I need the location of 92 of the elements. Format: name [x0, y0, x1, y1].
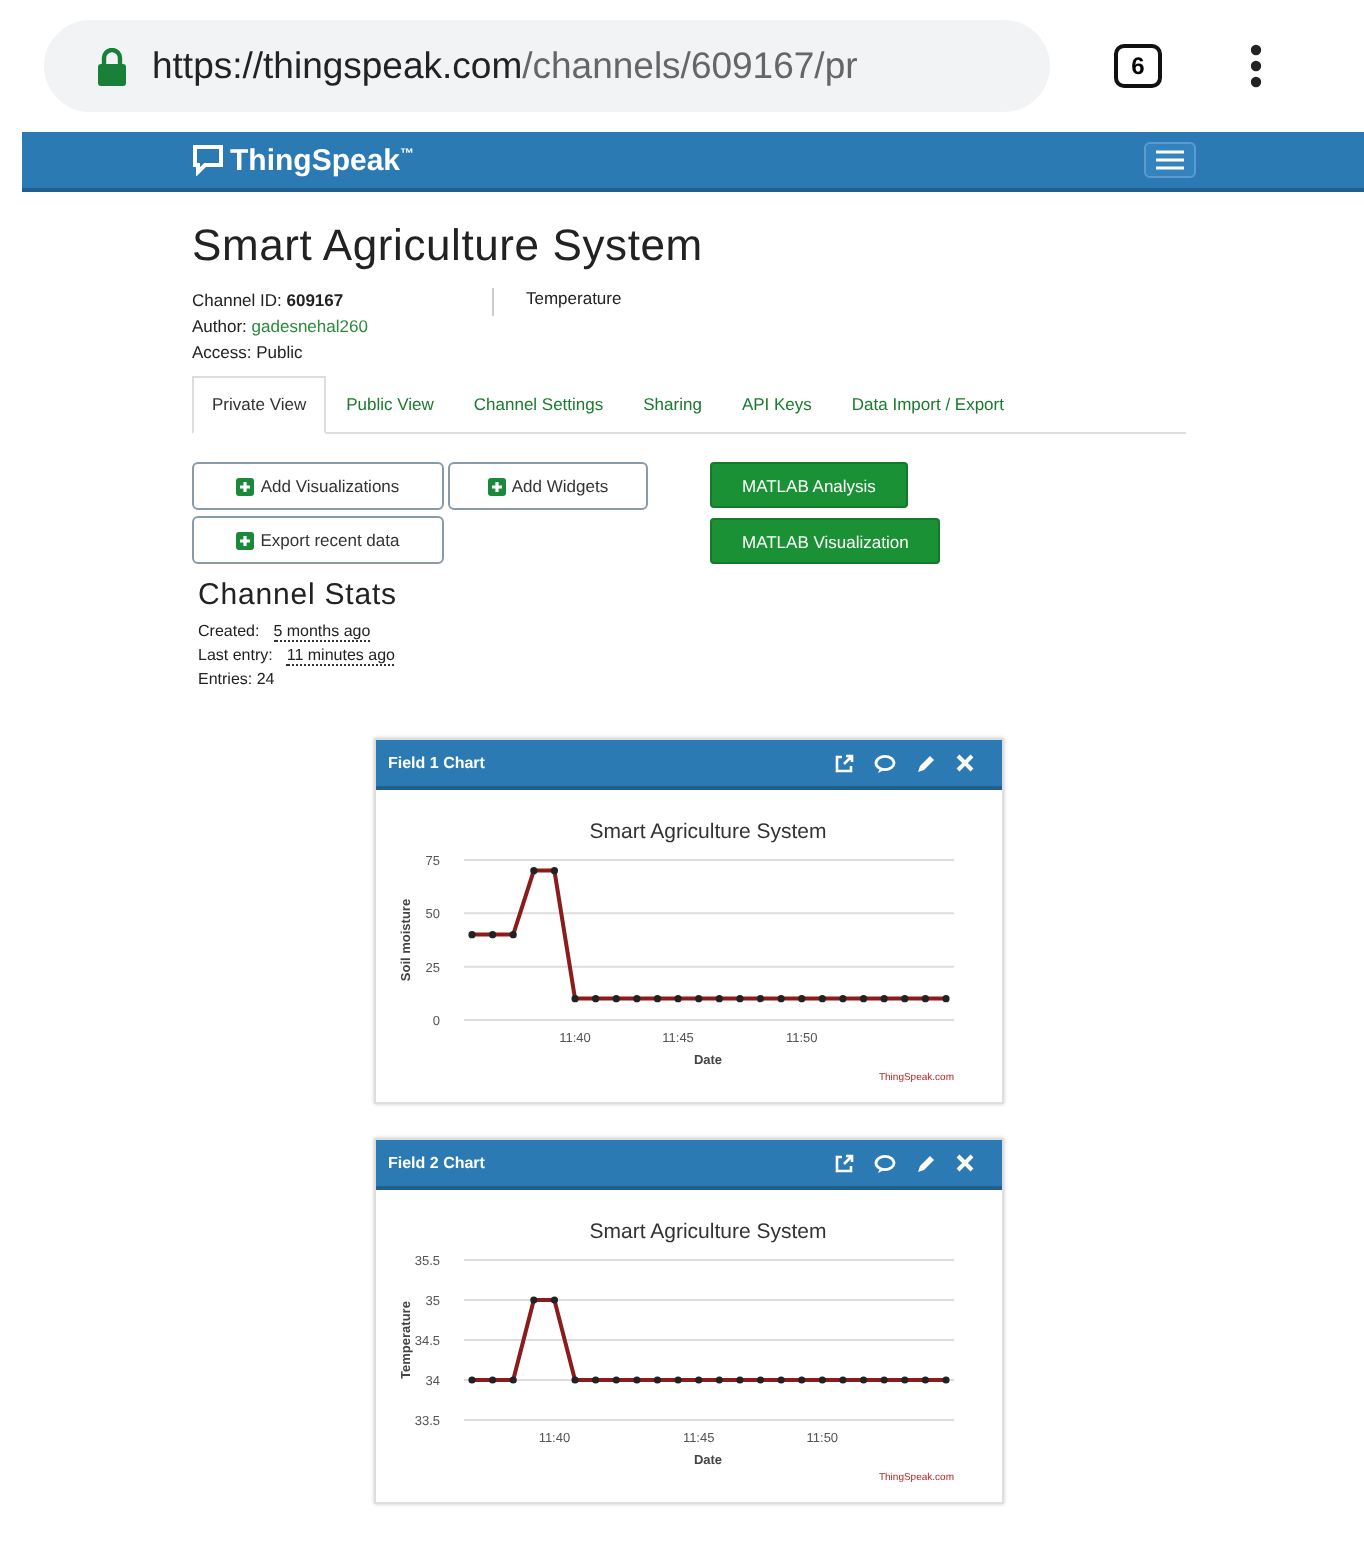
data-point — [736, 995, 744, 1003]
data-point — [674, 995, 682, 1003]
data-point — [901, 1376, 909, 1384]
tab-count-button[interactable]: 6 — [1114, 44, 1162, 88]
data-point — [571, 995, 579, 1003]
data-point — [818, 1376, 826, 1384]
brand-logo-text[interactable]: ThingSpeak$^{™}$ — [230, 143, 415, 177]
stat-text: Created: 5 months ago — [198, 620, 373, 644]
close-icon[interactable] — [956, 754, 974, 772]
data-point — [612, 995, 620, 1003]
data-point — [489, 1376, 497, 1384]
tab[interactable]: Sharing — [623, 376, 722, 434]
data-point — [798, 1376, 806, 1384]
data-point — [921, 1376, 929, 1384]
data-point — [756, 995, 765, 1003]
data-point — [715, 995, 723, 1003]
external-link-icon[interactable] — [834, 753, 854, 773]
action-button[interactable]: Add Visualizations — [192, 462, 444, 510]
data-point — [592, 995, 600, 1003]
tab[interactable]: Channel Settings — [453, 376, 624, 434]
chart-card-title: Field 2 Chart — [388, 1154, 485, 1172]
chart-title: Smart Agriculture System — [589, 820, 827, 844]
channel-title: Smart Agriculture System — [192, 220, 705, 272]
data-point — [859, 1376, 868, 1384]
data-point — [468, 931, 476, 939]
data-point — [592, 1376, 600, 1384]
stat-text: Entries: 24 — [198, 668, 277, 692]
data-point — [571, 1376, 579, 1384]
data-point — [653, 1376, 662, 1384]
data-point — [736, 1376, 744, 1384]
pencil-icon[interactable] — [916, 1153, 936, 1173]
address-bar[interactable]: https://thingspeak.com/channels/609167/pr — [44, 20, 1050, 112]
menu-button[interactable] — [1144, 142, 1196, 178]
data-point — [653, 995, 662, 1003]
data-point — [509, 931, 517, 939]
data-point — [839, 1376, 847, 1384]
data-point — [798, 995, 806, 1003]
data-point — [468, 1376, 476, 1384]
plus-icon — [487, 477, 506, 495]
data-point — [880, 995, 888, 1003]
data-point — [839, 995, 847, 1003]
matlab-button[interactable]: MATLAB Visualization — [710, 518, 941, 564]
action-button[interactable]: Add Widgets — [448, 462, 648, 510]
data-point — [859, 995, 868, 1003]
chart-title: Smart Agriculture System — [589, 1220, 827, 1244]
data-point — [633, 1376, 641, 1384]
data-point — [550, 867, 559, 875]
tab[interactable]: Data Import / Export — [831, 376, 1024, 434]
data-point — [695, 995, 703, 1003]
data-point — [715, 1376, 723, 1384]
data-point — [509, 1376, 517, 1384]
data-point — [695, 1376, 703, 1384]
data-point — [942, 1376, 950, 1384]
external-link-icon[interactable] — [834, 1153, 854, 1173]
data-point — [818, 995, 826, 1003]
matlab-button[interactable]: MATLAB Analysis — [710, 462, 908, 508]
tab[interactable]: API Keys — [721, 376, 832, 434]
plus-icon — [236, 477, 255, 495]
data-point — [777, 995, 785, 1003]
section-heading: Channel Stats — [198, 578, 399, 612]
pencil-icon[interactable] — [916, 753, 936, 773]
lock-icon — [96, 47, 128, 85]
data-point — [530, 1296, 538, 1304]
comment-icon[interactable] — [874, 1153, 896, 1173]
close-icon[interactable] — [956, 1154, 974, 1172]
hamburger-icon — [1156, 150, 1184, 170]
data-point — [942, 995, 950, 1003]
data-point — [777, 1376, 785, 1384]
data-point — [612, 1376, 620, 1384]
data-point — [880, 1376, 888, 1384]
stat-text: Last entry: 11 minutes ago — [198, 644, 397, 668]
chart-card-title: Field 1 Chart — [388, 754, 485, 772]
data-point — [756, 1376, 765, 1384]
tab[interactable]: Private View — [192, 376, 327, 434]
data-point — [633, 995, 641, 1003]
url-text: https://thingspeak.com/channels/609167/pr — [152, 44, 858, 88]
comment-icon[interactable] — [874, 753, 896, 773]
field-description: Temperature — [524, 288, 622, 312]
tab[interactable]: Public View — [326, 376, 454, 434]
chat-bubble-icon — [192, 144, 224, 176]
data-point — [901, 995, 909, 1003]
data-point — [489, 931, 497, 939]
data-point — [550, 1296, 559, 1304]
data-point — [674, 1376, 682, 1384]
data-point — [921, 995, 929, 1003]
channel-info-text: Author: gadesnehal260 — [192, 314, 370, 340]
action-button[interactable]: Export recent data — [192, 516, 444, 564]
plus-icon — [236, 531, 255, 549]
data-point — [530, 867, 538, 875]
channel-info-text: Access: Public — [192, 340, 305, 366]
menu-icon[interactable] — [1250, 44, 1262, 88]
channel-info-text: Channel ID: 609167 — [192, 288, 346, 314]
